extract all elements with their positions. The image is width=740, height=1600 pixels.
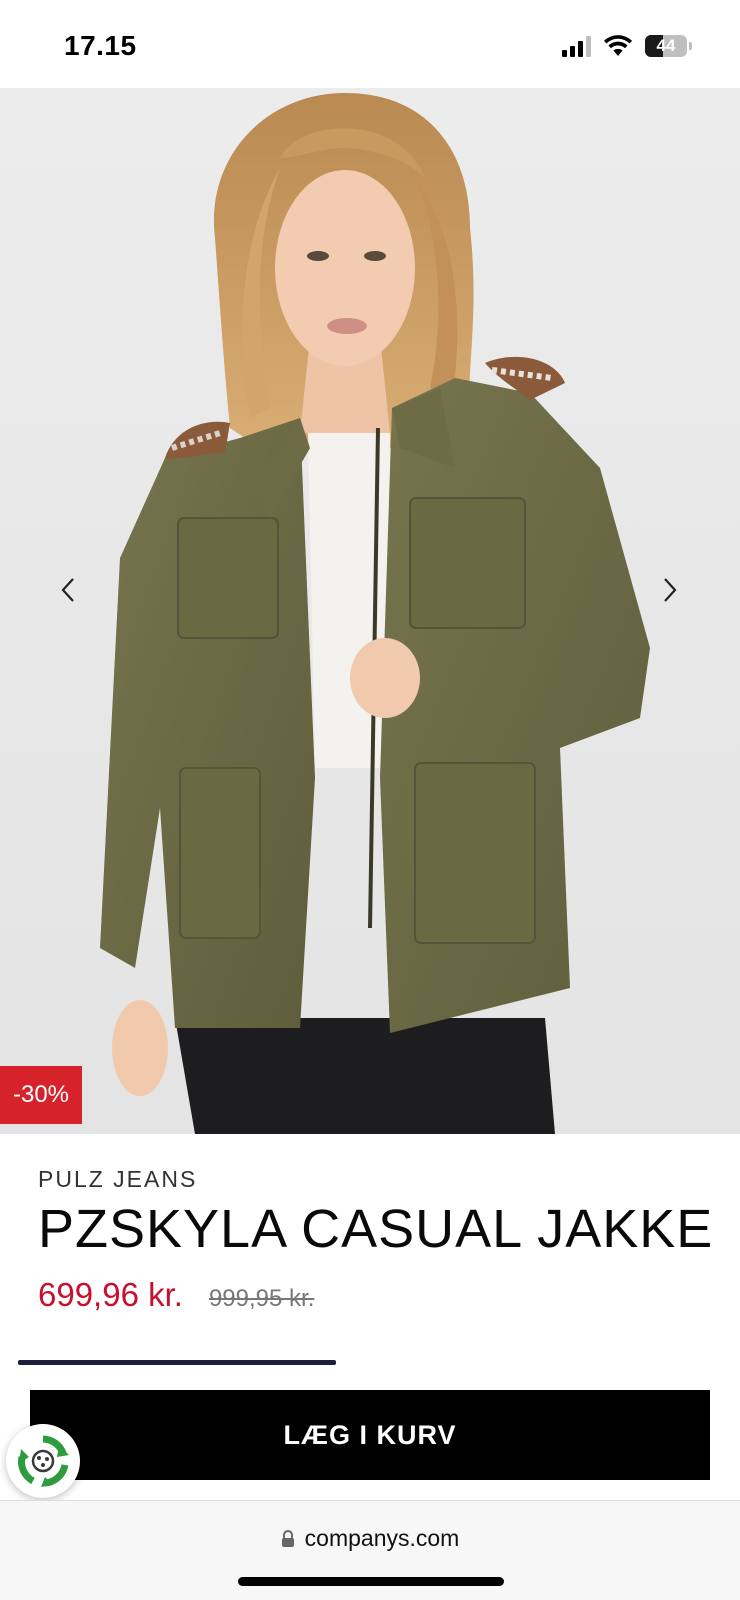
status-bar: 17.15 44 (0, 0, 740, 88)
url-row[interactable]: companys.com (0, 1525, 740, 1552)
discount-badge: -30% (0, 1066, 82, 1124)
wifi-icon (604, 35, 632, 56)
battery-level-text: 44 (656, 36, 676, 55)
battery-tip (689, 42, 692, 50)
eco-badge-button[interactable] (6, 1424, 80, 1498)
add-to-cart-button[interactable]: LÆG I KURV (30, 1390, 710, 1480)
eco-recycle-icon (18, 1435, 69, 1487)
chevron-left-icon (61, 578, 74, 602)
price-row: 699,96 kr. 999,95 kr. (38, 1276, 314, 1314)
carousel-prev-button[interactable] (48, 570, 88, 610)
original-price: 999,95 kr. (208, 1285, 315, 1312)
url-text[interactable]: companys.com (305, 1525, 460, 1552)
current-price: 699,96 kr. (38, 1276, 183, 1313)
lock-icon (281, 1529, 294, 1547)
product-image-carousel[interactable]: -30% (0, 88, 740, 1134)
carousel-next-button[interactable] (650, 570, 690, 610)
brand-name[interactable]: PULZ JEANS (38, 1166, 197, 1193)
battery-icon: 44 (645, 35, 687, 57)
chevron-right-icon (664, 578, 677, 602)
home-indicator[interactable] (238, 1577, 504, 1586)
product-photo (100, 93, 650, 1134)
status-icons: 44 (562, 32, 692, 60)
product-title: PZSKYLA CASUAL JAKKE (38, 1199, 714, 1259)
status-time: 17.15 (64, 30, 137, 61)
signal-icon (562, 35, 591, 57)
gallery-progress-bar (18, 1360, 336, 1365)
browser-address-bar[interactable]: companys.com (0, 1500, 740, 1600)
